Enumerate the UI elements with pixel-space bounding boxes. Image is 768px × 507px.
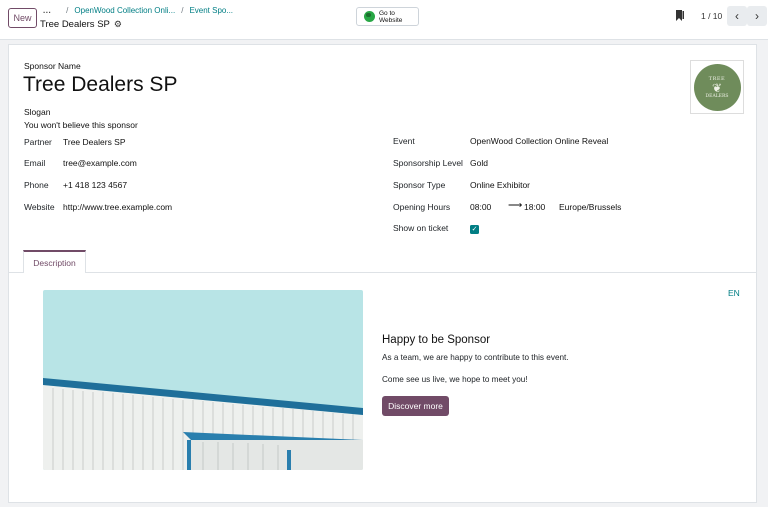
logo-text-bottom: DEALERS (705, 93, 729, 99)
discover-more-button[interactable]: Discover more (382, 396, 449, 416)
sponsor-name-label: Sponsor Name (24, 61, 81, 71)
go-to-website-label: Go to Website (379, 9, 403, 24)
record-title-text: Tree Dealers SP (40, 19, 110, 30)
email-field[interactable]: tree@example.com (63, 158, 137, 168)
sponsorship-level-field[interactable]: Gold (470, 158, 488, 168)
slogan-label: Slogan (24, 107, 51, 117)
description-paragraph: Come see us live, we hope to meet you! (382, 375, 528, 384)
opening-hours-from[interactable]: 08:00 (470, 202, 491, 212)
new-button[interactable]: New (8, 8, 37, 28)
breadcrumb-separator: / (181, 6, 184, 15)
show-on-ticket-checkbox[interactable]: ✓ (470, 225, 479, 234)
language-button[interactable]: EN (728, 288, 740, 298)
opening-hours-label: Opening Hours (393, 202, 451, 212)
pager-next-button[interactable]: › (747, 6, 767, 26)
pager-previous-button[interactable]: ‹ (727, 6, 747, 26)
email-label: Email (24, 158, 46, 168)
go-to-website-button[interactable]: Go to Website (356, 7, 419, 26)
phone-label: Phone (24, 180, 49, 190)
breadcrumb-sponsors-link[interactable]: Event Spo... (189, 6, 233, 15)
description-paragraph: As a team, we are happy to contribute to… (382, 353, 569, 362)
leaf-icon: ❦ (711, 80, 723, 95)
breadcrumb-event-link[interactable]: OpenWood Collection Onli... (74, 6, 175, 15)
partner-label: Partner (24, 137, 52, 147)
chevron-left-icon: ‹ (735, 9, 739, 23)
sponsorship-level-label: Sponsorship Level (393, 158, 463, 168)
tab-description[interactable]: Description (23, 250, 86, 273)
check-icon: ✓ (471, 226, 478, 233)
breadcrumb: ... / OpenWood Collection Onli... / Even… (43, 6, 233, 15)
opening-hours-to[interactable]: 18:00 (524, 202, 545, 212)
website-label: Website (24, 202, 55, 212)
breadcrumb-more-button[interactable]: ... (43, 6, 51, 15)
record-title: Tree Dealers SP ⚙ (40, 19, 122, 30)
description-title: Happy to be Sponsor (382, 334, 491, 346)
partner-field[interactable]: Tree Dealers SP (63, 137, 126, 147)
globe-icon (364, 11, 375, 22)
arrow-right-icon: ⟶ (508, 200, 523, 211)
breadcrumb-separator: / (66, 6, 69, 15)
logo-image: TREE ❦ DEALERS (693, 63, 741, 111)
sponsor-name-field[interactable]: Tree Dealers SP (23, 73, 177, 97)
phone-field[interactable]: +1 418 123 4567 (63, 180, 127, 190)
bookmark-icon[interactable] (676, 10, 684, 21)
tabs-divider (9, 272, 756, 273)
pager-value[interactable]: 1 / 10 (701, 11, 722, 21)
event-label: Event (393, 136, 415, 146)
control-panel: New ... / OpenWood Collection Onli... / … (0, 0, 768, 40)
website-field[interactable]: http://www.tree.example.com (63, 202, 172, 212)
show-on-ticket-label: Show on ticket (393, 223, 449, 233)
chevron-right-icon: › (755, 9, 759, 23)
timezone-field[interactable]: Europe/Brussels (559, 202, 621, 212)
event-field[interactable]: OpenWood Collection Online Reveal (470, 136, 608, 146)
sponsor-logo[interactable]: TREE ❦ DEALERS (690, 60, 744, 114)
sponsor-type-field[interactable]: Online Exhibitor (470, 180, 530, 190)
form-sheet: Sponsor Name Tree Dealers SP TREE ❦ DEAL… (8, 44, 757, 503)
gear-icon[interactable]: ⚙ (114, 19, 122, 30)
slogan-field[interactable]: You won't believe this sponsor (24, 120, 138, 130)
description-image (43, 290, 363, 470)
sponsor-type-label: Sponsor Type (393, 180, 446, 190)
